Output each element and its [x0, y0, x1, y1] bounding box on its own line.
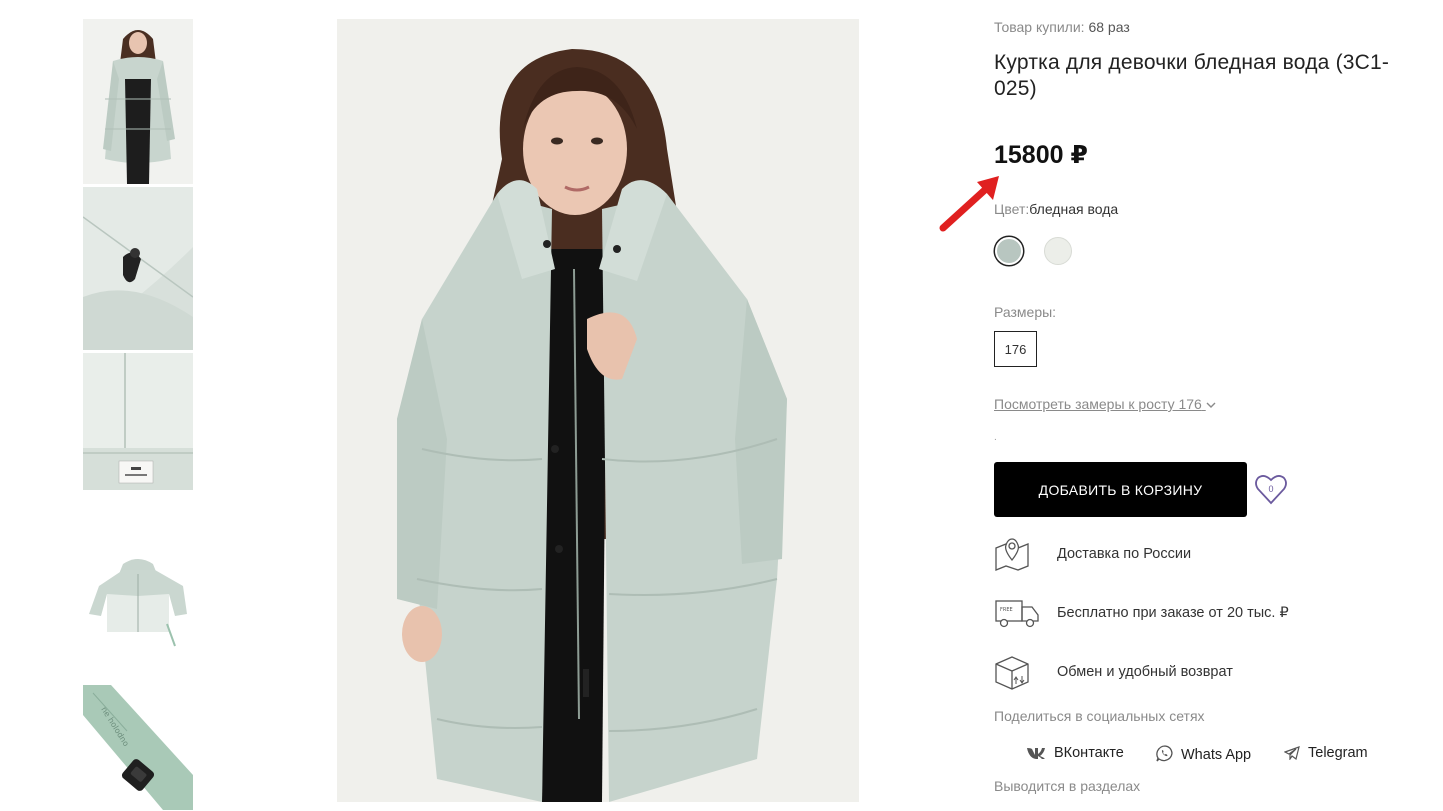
thumbnail-3[interactable] — [83, 353, 193, 490]
chevron-down-icon — [1206, 402, 1216, 408]
sizes-label: Размеры: — [994, 304, 1057, 320]
share-telegram-button[interactable]: Telegram — [1284, 745, 1368, 761]
sections-label: Выводится в разделах — [994, 778, 1141, 794]
share-vk-button[interactable]: ВКонтакте — [1026, 745, 1124, 761]
purchase-count: Товар купили: 68 раз — [994, 19, 1130, 35]
color-label: Цвет:бледная вода — [994, 201, 1119, 217]
share-label: Поделиться в социальных сетях — [994, 708, 1205, 724]
feature-text: Обмен и удобный возврат — [1057, 664, 1233, 680]
feature-return: Обмен и удобный возврат — [994, 654, 1414, 694]
thumbnail-4[interactable] — [83, 534, 193, 649]
svg-text:FREE: FREE — [1000, 607, 1013, 613]
add-to-cart-button[interactable]: ДОБАВИТЬ В КОРЗИНУ — [994, 462, 1247, 517]
separator-dot: . — [994, 432, 997, 443]
map-pin-icon — [995, 538, 1029, 571]
feature-text: Бесплатно при заказе от 20 тыс. ₽ — [1057, 605, 1289, 621]
share-whatsapp-button[interactable]: Whats App — [1156, 745, 1251, 763]
thumbnail-1[interactable] — [83, 19, 193, 184]
feature-text: Доставка по России — [1057, 546, 1192, 562]
product-price: 15800 ₽ — [994, 141, 1088, 169]
whatsapp-icon — [1156, 745, 1173, 762]
color-swatch-selected[interactable] — [995, 237, 1023, 265]
thumbnail-5[interactable]: ne holodno — [83, 685, 193, 810]
feature-delivery: Доставка по России — [994, 536, 1414, 576]
size-option-176[interactable]: 176 — [994, 331, 1037, 367]
vk-icon — [1027, 748, 1045, 759]
feature-free-shipping: FREE Бесплатно при заказе от 20 тыс. ₽ — [994, 595, 1414, 635]
delivery-truck-icon: FREE — [995, 600, 1039, 628]
product-title: Куртка для девочки бледная вода (3С1-025… — [994, 51, 1390, 100]
main-product-image[interactable] — [337, 19, 859, 802]
favorite-button[interactable]: 0 — [1253, 472, 1289, 508]
favorite-count: 0 — [1268, 484, 1274, 494]
telegram-icon — [1284, 746, 1300, 760]
color-swatch[interactable] — [1044, 237, 1072, 265]
thumbnail-2[interactable] — [83, 187, 193, 350]
size-chart-link[interactable]: Посмотреть замеры к росту 176 — [994, 396, 1216, 412]
box-return-icon — [995, 656, 1029, 690]
